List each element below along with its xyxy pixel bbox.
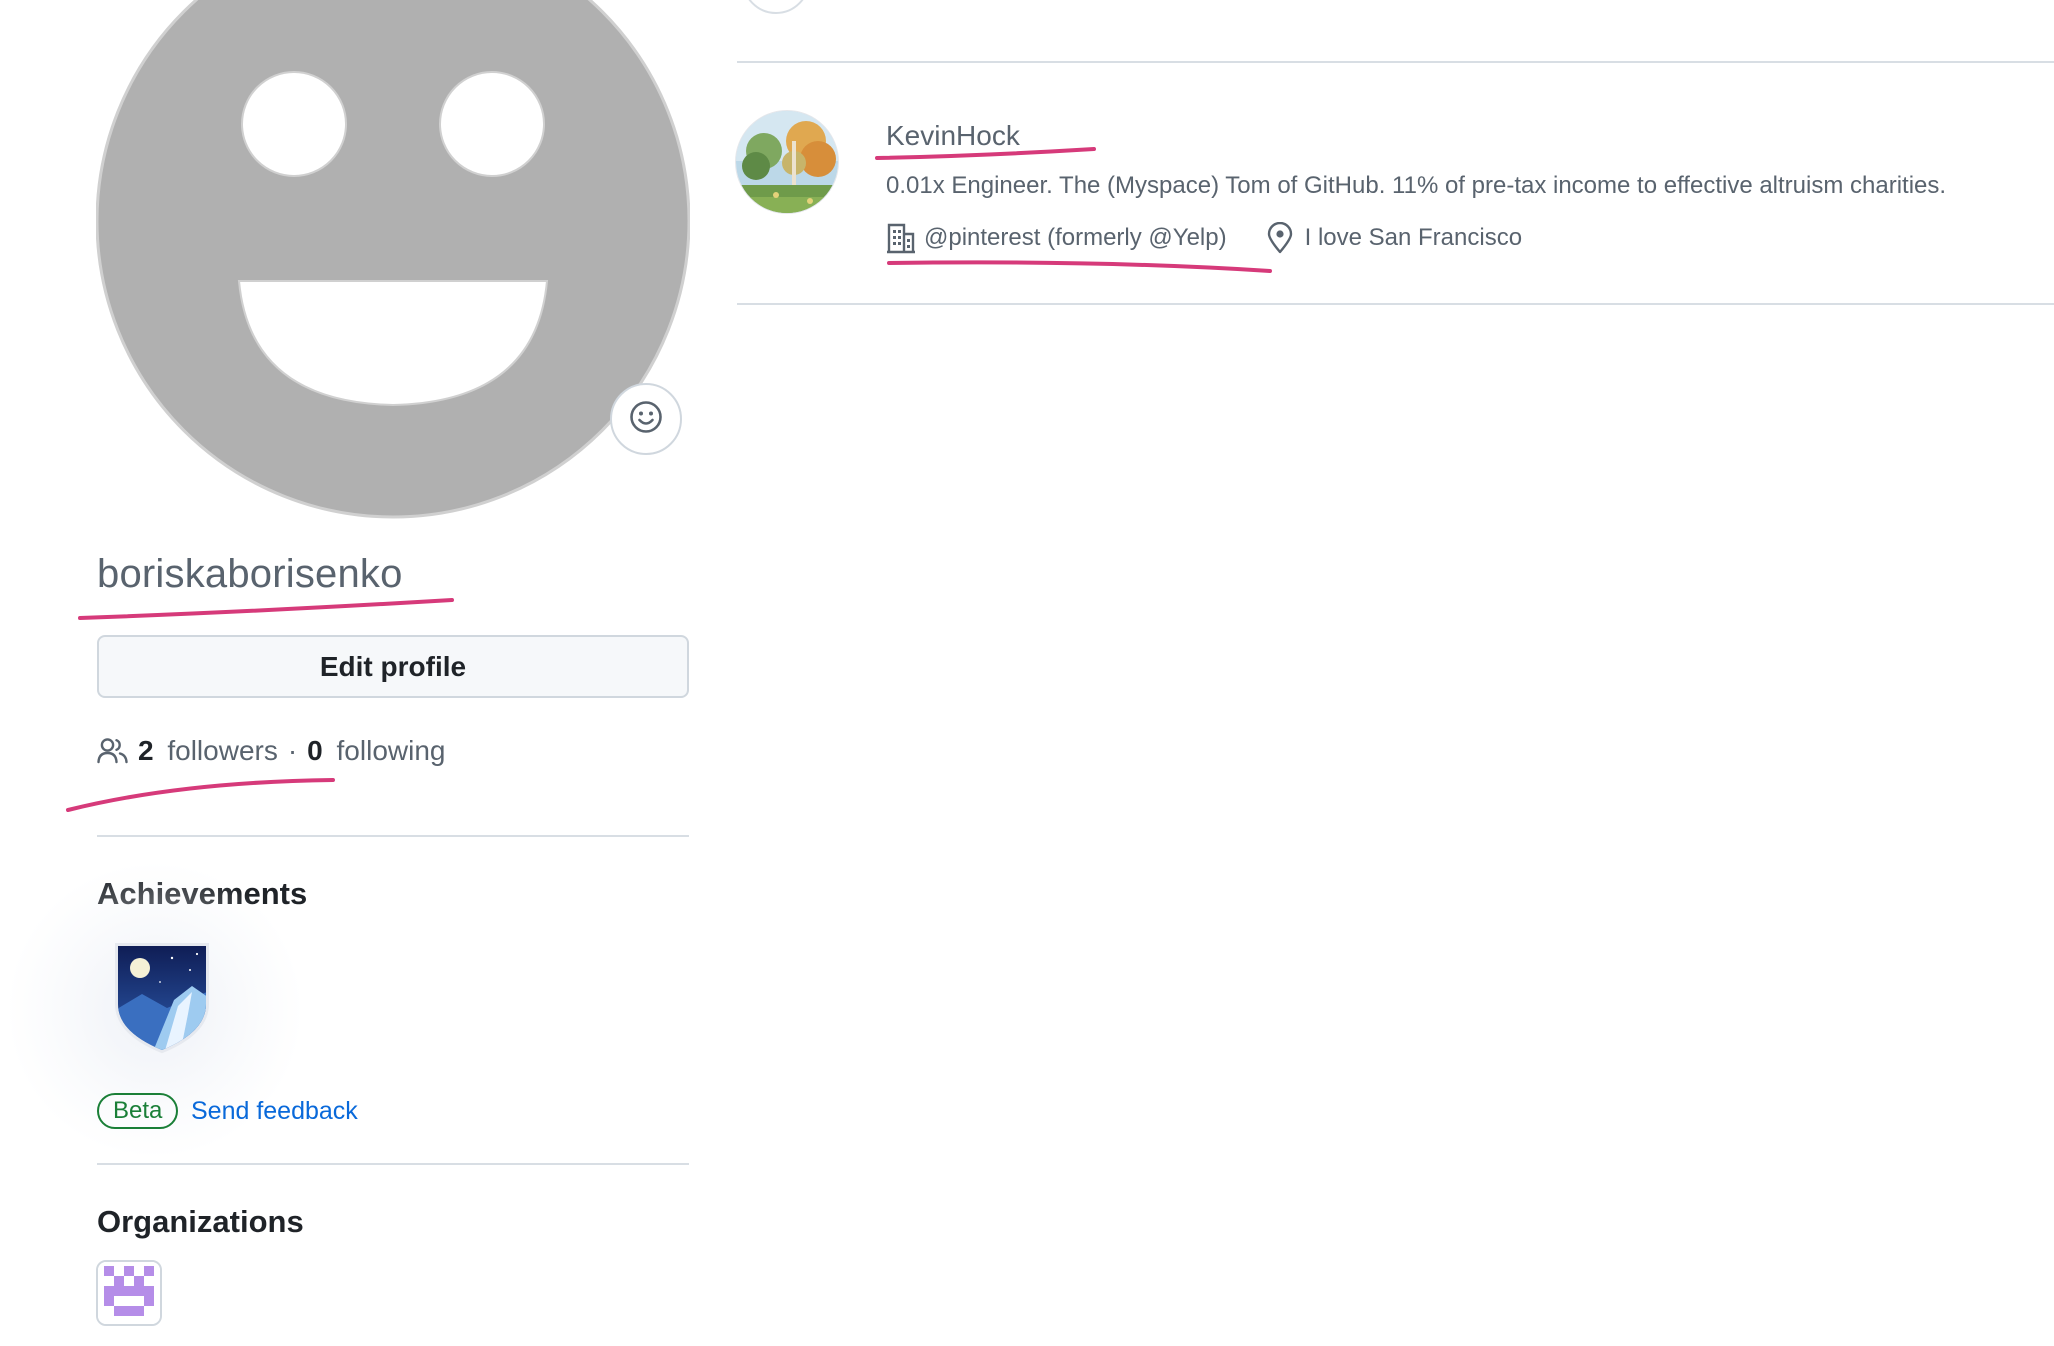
location-pin-icon xyxy=(1267,222,1293,254)
user-avatar[interactable] xyxy=(735,110,839,214)
user-company-text: @pinterest (formerly @Yelp) xyxy=(924,224,1227,251)
follow-stats: 2 followers · 0 following xyxy=(97,733,445,769)
list-divider xyxy=(737,61,2054,63)
user-location-text: I love San Francisco xyxy=(1304,224,1523,251)
achievement-badge[interactable] xyxy=(112,942,212,1054)
profile-avatar[interactable] xyxy=(96,0,690,520)
following-label: following xyxy=(336,735,446,766)
profile-username: boriskaborisenko xyxy=(97,552,403,596)
people-icon xyxy=(97,737,128,765)
followers-count: 2 xyxy=(138,735,154,766)
user-meta: @pinterest (formerly @Yelp) I love San F… xyxy=(886,220,1522,256)
annotation-username-underline xyxy=(78,598,454,620)
set-status-button[interactable] xyxy=(610,383,682,455)
following-count: 0 xyxy=(307,735,323,766)
followers-label: followers xyxy=(167,735,278,766)
edit-profile-button[interactable]: Edit profile xyxy=(97,635,689,698)
organization-avatar[interactable] xyxy=(96,1260,162,1326)
following-link[interactable]: 0 following xyxy=(307,735,445,767)
organization-icon xyxy=(886,222,916,254)
divider xyxy=(97,835,689,837)
smiley-icon xyxy=(629,400,663,439)
follow-separator: · xyxy=(287,735,298,766)
user-bio: 0.01x Engineer. The (Myspace) Tom of Git… xyxy=(886,172,1947,199)
annotation-company-underline xyxy=(887,260,1272,273)
organizations-heading: Organizations xyxy=(97,1204,304,1239)
followers-link[interactable]: 2 followers xyxy=(138,735,278,767)
user-location: I love San Francisco xyxy=(1267,222,1522,254)
divider xyxy=(97,1163,689,1165)
annotation-followers-underline xyxy=(66,778,335,812)
send-feedback-link[interactable]: Send feedback xyxy=(191,1096,358,1126)
user-company: @pinterest (formerly @Yelp) xyxy=(886,222,1227,254)
beta-badge: Beta xyxy=(97,1093,179,1129)
user-name-link[interactable]: KevinHock xyxy=(886,120,1020,152)
previous-user-avatar[interactable] xyxy=(742,0,810,14)
list-divider xyxy=(737,303,2054,305)
